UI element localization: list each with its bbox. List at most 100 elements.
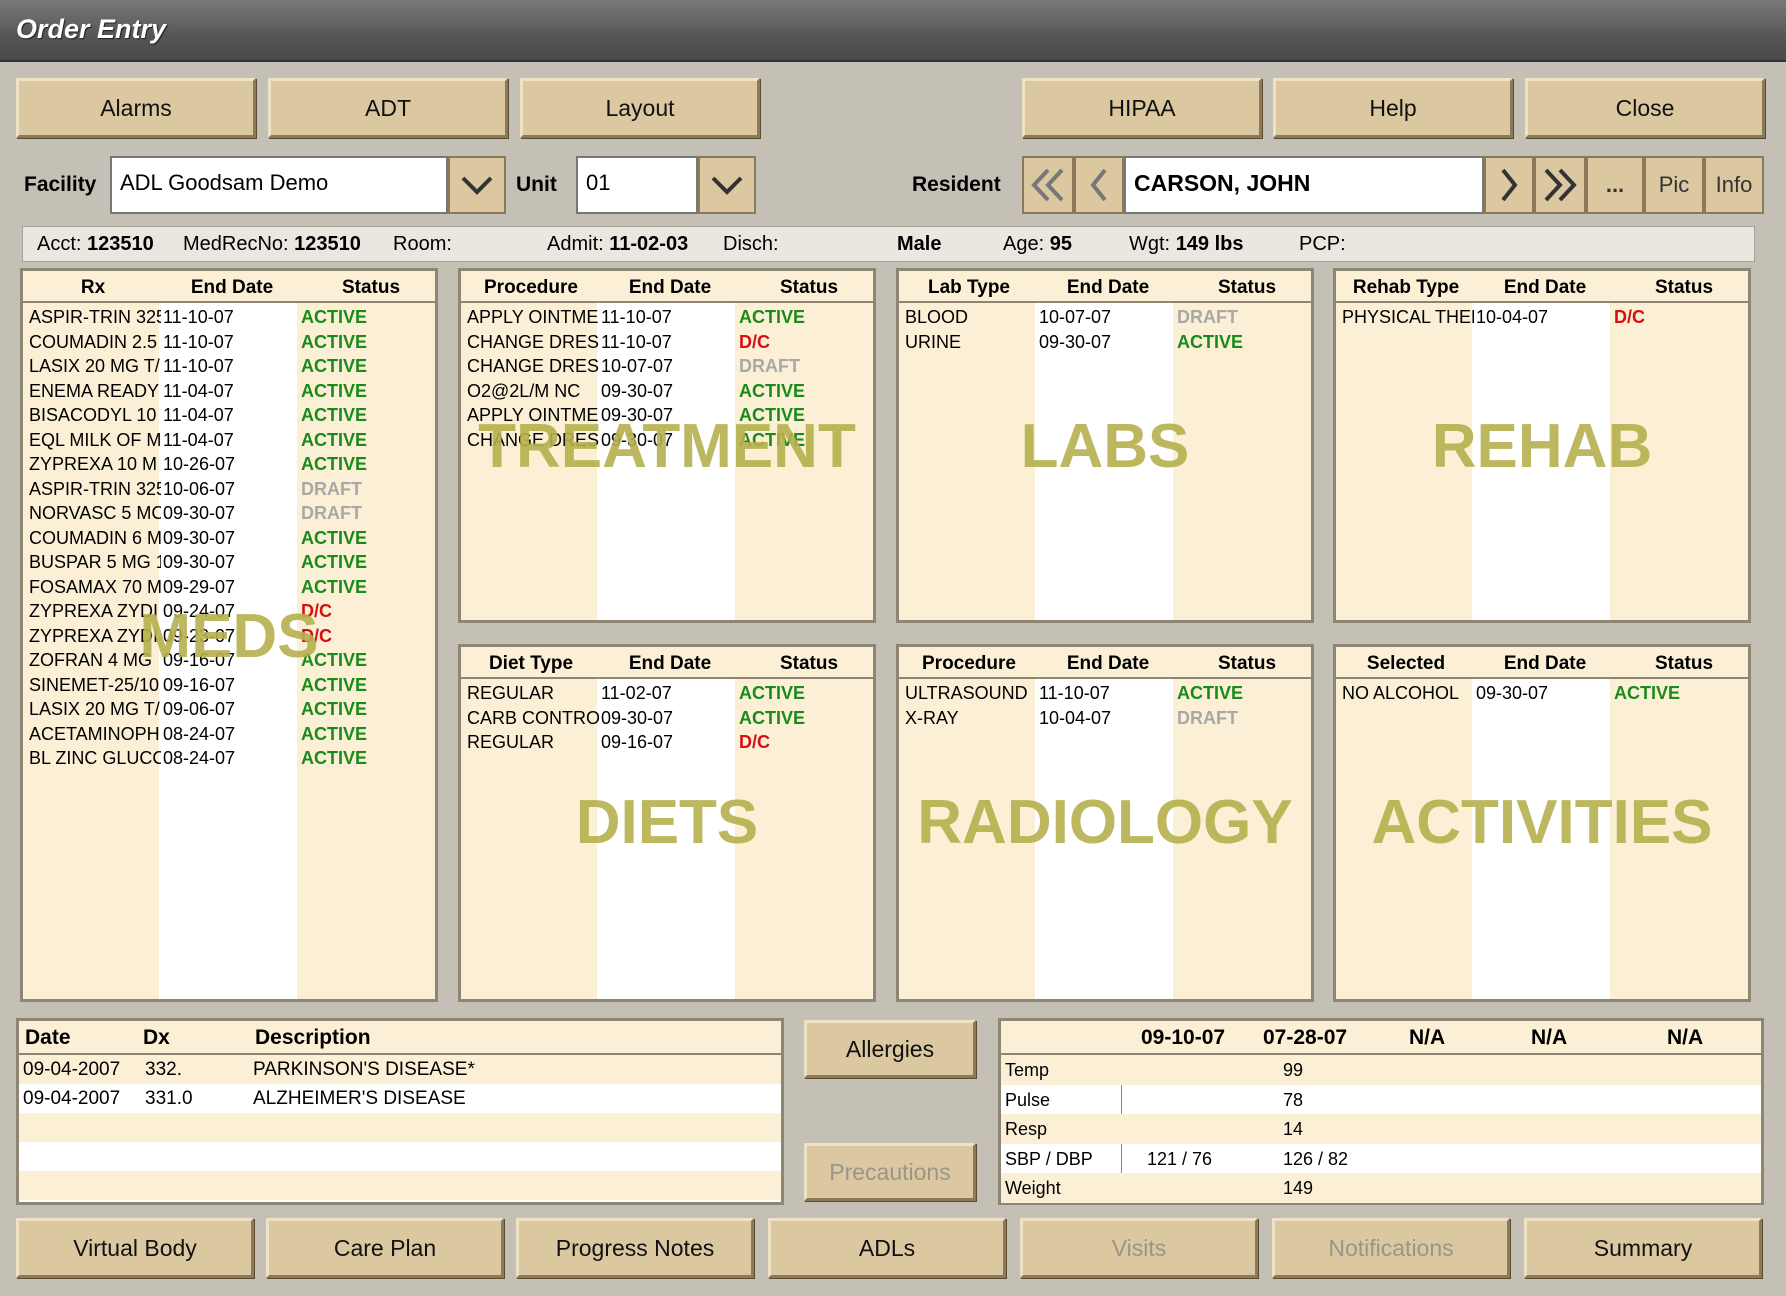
chevron-right-icon [1497,167,1521,203]
first-resident-button[interactable] [1022,156,1074,214]
order-row[interactable]: CHANGE DRESS09-30-07ACTIVE [461,428,873,453]
activities-header: SelectedEnd DateStatus [1336,647,1748,679]
summary-button[interactable]: Summary [1524,1218,1762,1278]
alarms-button[interactable]: Alarms [16,78,256,138]
resident-name-field[interactable]: CARSON, JOHN [1124,156,1484,214]
order-name: BISACODYL 10 [29,405,161,426]
order-row[interactable]: ACETAMINOPHE08-24-07ACTIVE [23,722,435,747]
order-row[interactable]: APPLY OINTMEI11-10-07ACTIVE [461,305,873,330]
radiology-rows: ULTRASOUND11-10-07ACTIVEX-RAY10-04-07DRA… [899,681,1311,730]
order-name: COUMADIN 6 M [29,528,161,549]
order-row[interactable]: EQL MILK OF M/11-04-07ACTIVE [23,428,435,453]
facility-dropdown-button[interactable] [448,156,506,214]
more-button[interactable]: ... [1586,156,1644,214]
order-row[interactable]: ZYPREXA 10 M10-26-07ACTIVE [23,452,435,477]
order-row[interactable]: CHANGE DRESS10-07-07DRAFT [461,354,873,379]
allergies-button[interactable]: Allergies [804,1020,976,1078]
info-button[interactable]: Info [1704,156,1764,214]
meds-panel[interactable]: RxEnd DateStatusASPIR-TRIN 32511-10-07AC… [20,268,438,1002]
virtual-body-button[interactable]: Virtual Body [16,1218,254,1278]
last-resident-button[interactable] [1534,156,1586,214]
status-header: Status [739,653,876,675]
hipaa-button[interactable]: HIPAA [1022,78,1262,138]
order-row[interactable]: ASPIR-TRIN 32510-06-07DRAFT [23,477,435,502]
order-row[interactable]: URINE09-30-07ACTIVE [899,330,1311,355]
order-end-date: 10-04-07 [1039,708,1111,729]
order-end-date: 09-16-07 [163,650,235,671]
order-row[interactable]: SINEMET-25/1009-16-07ACTIVE [23,673,435,698]
end-date-header: End Date [601,277,739,299]
order-row[interactable]: BL ZINC GLUCC08-24-07ACTIVE [23,746,435,771]
treatment-panel[interactable]: ProcedureEnd DateStatusAPPLY OINTMEI11-1… [458,268,876,623]
order-row[interactable]: LASIX 20 MG T/11-10-07ACTIVE [23,354,435,379]
labs-panel[interactable]: Lab TypeEnd DateStatusBLOOD10-07-07DRAFT… [896,268,1314,623]
order-status: D/C [739,732,770,753]
precautions-button[interactable]: Precautions [804,1143,976,1201]
order-row[interactable]: CHANGE DRESS11-10-07D/C [461,330,873,355]
order-row[interactable]: ASPIR-TRIN 32511-10-07ACTIVE [23,305,435,330]
order-end-date: 09-24-07 [163,601,235,622]
order-row[interactable]: REGULAR11-02-07ACTIVE [461,681,873,706]
radiology-panel[interactable]: ProcedureEnd DateStatusULTRASOUND11-10-0… [896,644,1314,1002]
order-row[interactable]: NO ALCOHOL09-30-07ACTIVE [1336,681,1748,706]
order-row[interactable]: ZYPREXA ZYDI09-24-07D/C [23,599,435,624]
order-row[interactable]: ENEMA READY 11-04-07ACTIVE [23,379,435,404]
diagnosis-row[interactable] [19,1171,781,1200]
vital-label: Weight [1005,1178,1061,1199]
order-row[interactable]: COUMADIN 6 M09-30-07ACTIVE [23,526,435,551]
diagnosis-row[interactable]: 09-04-2007332.PARKINSON'S DISEASE* [19,1055,781,1084]
order-end-date: 11-10-07 [163,332,234,353]
rehab-panel[interactable]: Rehab TypeEnd DateStatusPHYSICAL THEF10-… [1333,268,1751,623]
adt-button[interactable]: ADT [268,78,508,138]
activities-panel[interactable]: SelectedEnd DateStatusNO ALCOHOL09-30-07… [1333,644,1751,1002]
progress-notes-button[interactable]: Progress Notes [516,1218,754,1278]
order-row[interactable]: BUSPAR 5 MG 109-30-07ACTIVE [23,550,435,575]
dx-code-header: Dx [143,1026,170,1050]
pic-button[interactable]: Pic [1644,156,1704,214]
visits-button[interactable]: Visits [1020,1218,1258,1278]
diagnosis-row[interactable] [19,1142,781,1171]
order-row[interactable]: FOSAMAX 70 M09-29-07ACTIVE [23,575,435,600]
order-row[interactable]: ULTRASOUND11-10-07ACTIVE [899,681,1311,706]
next-resident-button[interactable] [1484,156,1534,214]
order-row[interactable]: ZYPREXA ZYDI09-23-07D/C [23,624,435,649]
adls-button[interactable]: ADLs [768,1218,1006,1278]
order-row[interactable]: BLOOD10-07-07DRAFT [899,305,1311,330]
diets-panel[interactable]: Diet TypeEnd DateStatusREGULAR11-02-07AC… [458,644,876,1002]
order-row[interactable]: REGULAR09-16-07D/C [461,730,873,755]
dx-description: PARKINSON'S DISEASE* [253,1059,475,1081]
order-row[interactable]: COUMADIN 2.5 I11-10-07ACTIVE [23,330,435,355]
order-row[interactable]: NORVASC 5 MC09-30-07DRAFT [23,501,435,526]
care-plan-button[interactable]: Care Plan [266,1218,504,1278]
help-button[interactable]: Help [1273,78,1513,138]
close-button[interactable]: Close [1525,78,1765,138]
diagnosis-list[interactable]: Date Dx Description 09-04-2007332.PARKIN… [16,1018,784,1205]
dx-date: 09-04-2007 [23,1088,120,1110]
unit-dropdown-button[interactable] [698,156,756,214]
notifications-button[interactable]: Notifications [1272,1218,1510,1278]
order-row[interactable]: O2@2L/M NC09-30-07ACTIVE [461,379,873,404]
status-header: Status [1177,277,1314,299]
facility-select[interactable]: ADL Goodsam Demo [110,156,448,214]
order-row[interactable]: X-RAY10-04-07DRAFT [899,706,1311,731]
order-end-date: 11-04-07 [163,405,234,426]
order-end-date: 08-24-07 [163,748,235,769]
order-name: ASPIR-TRIN 325 [29,307,161,328]
order-row[interactable]: BISACODYL 10 11-04-07ACTIVE [23,403,435,428]
order-row[interactable]: CARB CONTROI09-30-07ACTIVE [461,706,873,731]
sex-value: Male [897,233,941,256]
prev-resident-button[interactable] [1074,156,1124,214]
order-row[interactable]: APPLY OINTMEI09-30-07ACTIVE [461,403,873,428]
order-status: ACTIVE [1177,683,1243,704]
order-end-date: 09-30-07 [601,381,673,402]
unit-select[interactable]: 01 [576,156,698,214]
layout-button[interactable]: Layout [520,78,760,138]
type-header: Procedure [461,277,601,299]
order-status: D/C [301,626,332,647]
order-end-date: 11-04-07 [163,381,234,402]
diagnosis-row[interactable]: 09-04-2007331.0ALZHEIMER'S DISEASE [19,1084,781,1113]
order-row[interactable]: PHYSICAL THEF10-04-07D/C [1336,305,1748,330]
order-row[interactable]: ZOFRAN 4 MG 09-16-07ACTIVE [23,648,435,673]
diagnosis-row[interactable] [19,1113,781,1142]
order-row[interactable]: LASIX 20 MG T/09-06-07ACTIVE [23,697,435,722]
